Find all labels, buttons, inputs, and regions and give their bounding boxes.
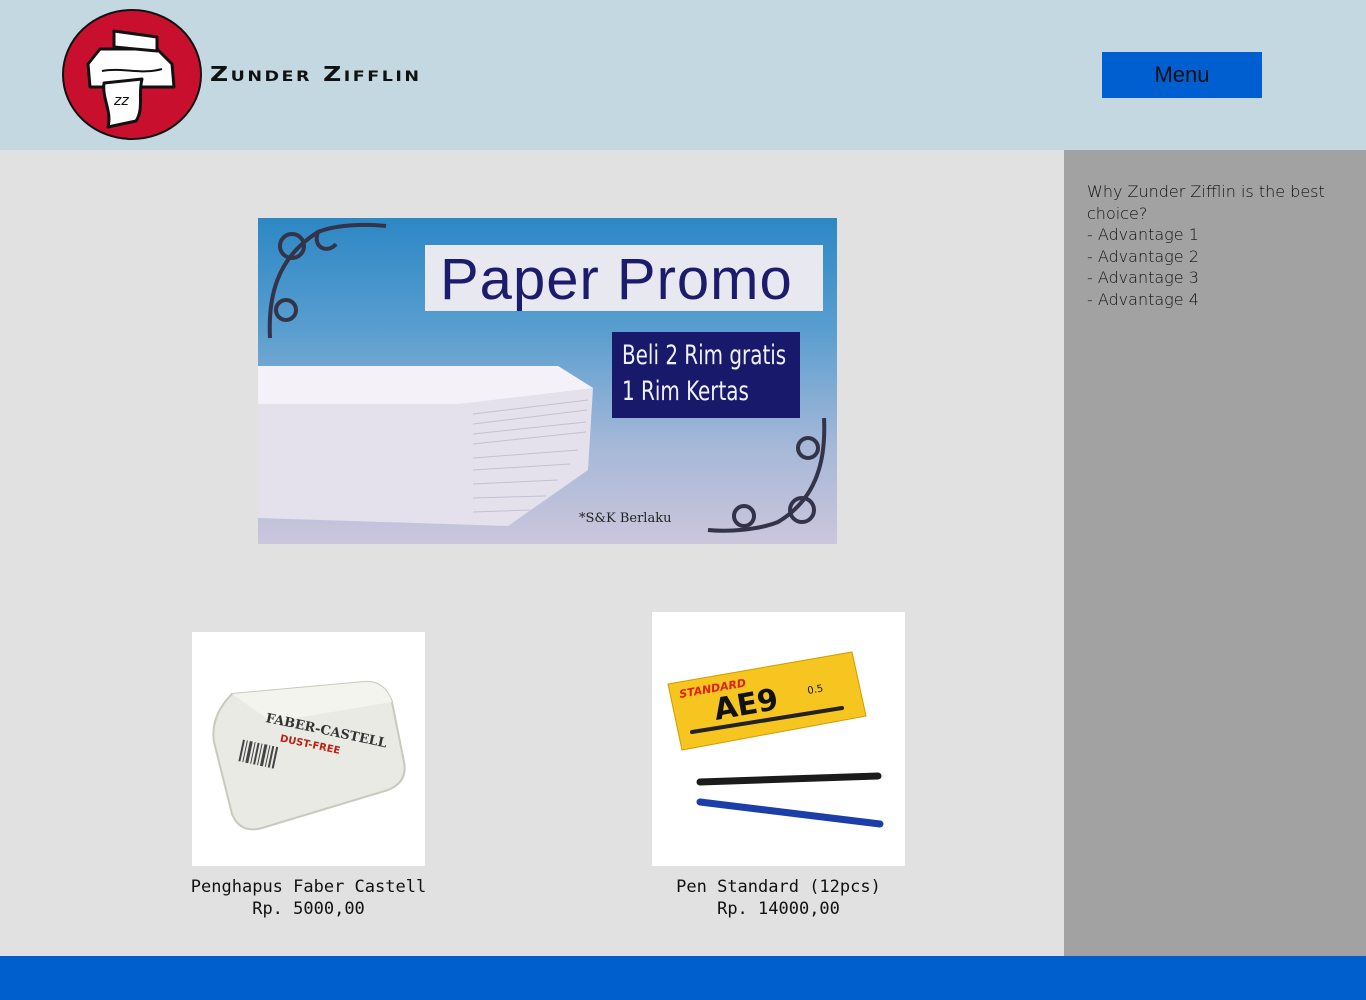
advantages-heading: Why Zunder Zifflin is the best choice?	[1087, 182, 1325, 223]
pen-pack-image: STANDARD AE9 0.5	[667, 651, 884, 828]
site-footer	[0, 956, 1366, 1000]
product-card-eraser[interactable]: FABER-CASTELL DUST-FREE Penghapus Faber …	[186, 632, 431, 920]
promo-banner[interactable]: Paper Promo Beli 2 Rim gratis 1 Rim Kert…	[258, 218, 837, 544]
offer-line-2: 1 Rim Kertas	[622, 376, 749, 407]
advantage-item: - Advantage 4	[1087, 289, 1199, 309]
advantage-item: - Advantage 3	[1087, 268, 1199, 287]
svg-text:zz: zz	[113, 93, 129, 109]
product-name[interactable]: Penghapus Faber Castell	[186, 876, 431, 898]
product-image-eraser[interactable]: FABER-CASTELL DUST-FREE	[192, 632, 425, 866]
product-price: Rp. 14000,00	[717, 899, 840, 919]
sidebar: Why Zunder Zifflin is the best choice? -…	[1064, 150, 1366, 956]
banner-title: Paper Promo	[440, 247, 793, 312]
main-content: Paper Promo Beli 2 Rim gratis 1 Rim Kert…	[0, 150, 1064, 956]
brand-name: Zunder Zifflin	[210, 62, 422, 86]
product-image-pen[interactable]: STANDARD AE9 0.5	[652, 612, 905, 866]
product-price: Rp. 5000,00	[252, 899, 365, 919]
ornament-top-left	[267, 222, 387, 339]
banner-offer-text: Beli 2 Rim gratis 1 Rim Kertas	[622, 338, 786, 410]
advantage-item: - Advantage 2	[1087, 246, 1199, 266]
product-name[interactable]: Pen Standard (12pcs)	[666, 876, 891, 898]
product-card-pen[interactable]: STANDARD AE9 0.5 Pen Standard (12pcs) Rp…	[652, 612, 905, 920]
offer-line-1: Beli 2 Rim gratis	[622, 340, 787, 371]
site-header: zz Zunder Zifflin Menu	[0, 0, 1366, 150]
banner-terms-note: *S&K Berlaku	[579, 511, 672, 526]
advantage-item: - Advantage 1	[1087, 225, 1199, 244]
ornament-bottom-right	[707, 417, 827, 533]
eraser-image: FABER-CASTELL DUST-FREE	[212, 680, 406, 831]
advantages-panel: Why Zunder Zifflin is the best choice? -…	[1087, 181, 1327, 310]
menu-button[interactable]: Menu	[1102, 52, 1262, 98]
printer-logo-icon[interactable]: zz	[62, 9, 202, 140]
